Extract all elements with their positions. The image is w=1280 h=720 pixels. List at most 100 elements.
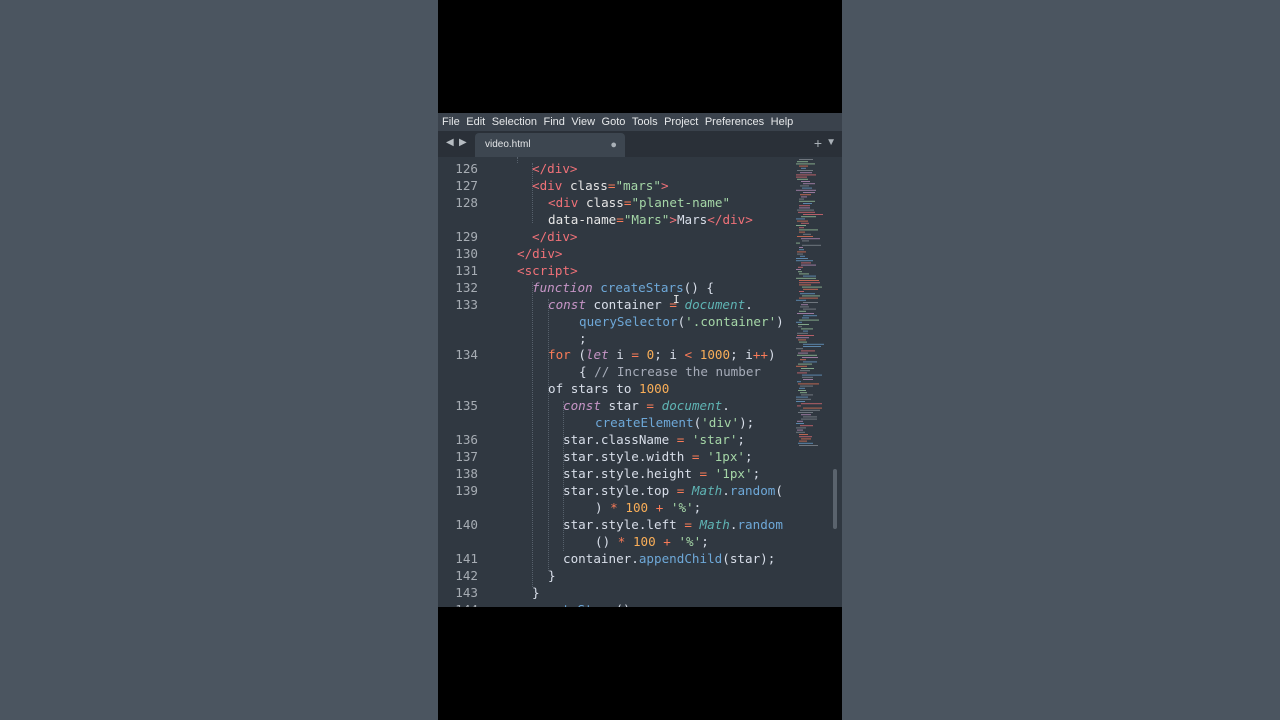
tab-menu-chevron-icon[interactable]: ▼: [826, 137, 836, 148]
minimap-line: [799, 231, 805, 233]
menu-file[interactable]: File: [442, 116, 460, 128]
menu-tools[interactable]: Tools: [632, 116, 658, 128]
minimap[interactable]: [795, 157, 829, 457]
minimap-line: [798, 339, 806, 341]
minimap-line: [796, 189, 816, 191]
minimap-line: [796, 225, 806, 226]
minimap-line: [803, 330, 808, 332]
minimap-line: [797, 335, 814, 336]
minimap-line: [796, 427, 806, 429]
menu-help[interactable]: Help: [771, 116, 794, 128]
minimap-line: [799, 436, 812, 438]
menu-selection[interactable]: Selection: [492, 116, 537, 128]
code-area[interactable]: 126 127 128 129 130 131 132 133 134 135 …: [438, 157, 792, 607]
minimap-line: [798, 412, 813, 413]
minimap-line: [802, 187, 812, 189]
code-line: ;: [579, 331, 587, 346]
minimap-line: [801, 328, 813, 330]
code-line: const container = document.: [548, 297, 753, 312]
code-line: createElement('div');: [595, 415, 755, 430]
code-line: ) * 100 + '%';: [595, 500, 702, 515]
minimap-line: [801, 196, 807, 198]
menu-find[interactable]: Find: [543, 116, 564, 128]
minimap-line: [803, 275, 816, 277]
minimap-line: [803, 315, 817, 317]
minimap-line: [802, 286, 822, 288]
code-line: () * 100 + '%';: [595, 534, 709, 549]
minimap-line: [801, 222, 809, 224]
code-line: </div>: [532, 161, 578, 176]
minimap-line: [799, 159, 813, 160]
minimap-line: [796, 218, 805, 220]
editor-window: File Edit Selection Find View Goto Tools…: [438, 113, 842, 607]
unsaved-dot-icon[interactable]: ●: [610, 139, 617, 151]
new-tab-plus-icon[interactable]: +: [814, 135, 822, 151]
minimap-line: [802, 295, 820, 297]
minimap-line: [797, 332, 808, 334]
vertical-scrollbar[interactable]: [831, 157, 839, 607]
minimap-line: [796, 401, 805, 402]
menu-goto[interactable]: Goto: [602, 116, 626, 128]
code-line: { // Increase the number: [579, 364, 761, 379]
menu-view[interactable]: View: [571, 116, 595, 128]
minimap-line: [800, 185, 809, 187]
line-number: 142: [455, 568, 478, 583]
scrollbar-thumb[interactable]: [833, 469, 837, 529]
code-line: <div class="planet-name": [548, 195, 731, 210]
minimap-line: [796, 398, 811, 400]
minimap-line: [802, 374, 822, 376]
minimap-line: [796, 277, 816, 279]
minimap-line: [798, 326, 802, 328]
minimap-line: [797, 178, 808, 180]
minimap-line: [803, 302, 818, 303]
line-number: 131: [455, 263, 478, 278]
minimap-line: [803, 343, 824, 345]
menu-edit[interactable]: Edit: [466, 116, 485, 128]
minimap-line: [800, 255, 805, 257]
menu-project[interactable]: Project: [664, 116, 698, 128]
menu-bar: File Edit Selection Find View Goto Tools…: [438, 113, 842, 131]
indent-guide: [532, 282, 533, 587]
minimap-line: [800, 293, 815, 295]
minimap-line: [797, 381, 801, 383]
minimap-line: [802, 240, 809, 242]
tab-bar: ◀ ▶ video.html ● + ▼: [438, 131, 842, 157]
back-arrow-icon[interactable]: ◀: [446, 137, 454, 148]
minimap-line: [803, 379, 813, 380]
line-number: 143: [455, 585, 478, 600]
minimap-line: [798, 324, 809, 325]
line-number: 130: [455, 246, 478, 261]
minimap-line: [799, 165, 808, 167]
tab-video-html[interactable]: video.html ●: [475, 133, 625, 157]
minimap-line: [800, 306, 809, 308]
minimap-line: [799, 319, 819, 321]
minimap-line: [797, 253, 803, 255]
line-number: 126: [455, 161, 478, 176]
minimap-line: [796, 348, 803, 350]
minimap-line: [802, 244, 821, 246]
minimap-line: [796, 423, 804, 424]
minimap-line: [796, 176, 807, 178]
minimap-line: [799, 291, 804, 292]
code-line: star.style.left = Math.random: [563, 517, 783, 532]
minimap-line: [800, 392, 807, 394]
minimap-line: [797, 251, 806, 253]
line-number: 139: [455, 483, 478, 498]
code-line: }: [532, 585, 540, 600]
line-number: 127: [455, 178, 478, 193]
minimap-line: [797, 313, 814, 314]
line-number: 132: [455, 280, 478, 295]
line-number: 137: [455, 449, 478, 464]
minimap-line: [799, 198, 804, 200]
minimap-line: [801, 167, 806, 169]
minimap-line: [803, 183, 815, 185]
minimap-line: [803, 308, 816, 310]
minimap-line: [801, 304, 808, 306]
forward-arrow-icon[interactable]: ▶: [459, 137, 467, 148]
menu-preferences[interactable]: Preferences: [705, 116, 764, 128]
minimap-line: [797, 354, 817, 356]
minimap-line: [799, 341, 807, 343]
minimap-line: [801, 403, 822, 405]
minimap-line: [799, 440, 807, 442]
minimap-line: [800, 370, 810, 372]
